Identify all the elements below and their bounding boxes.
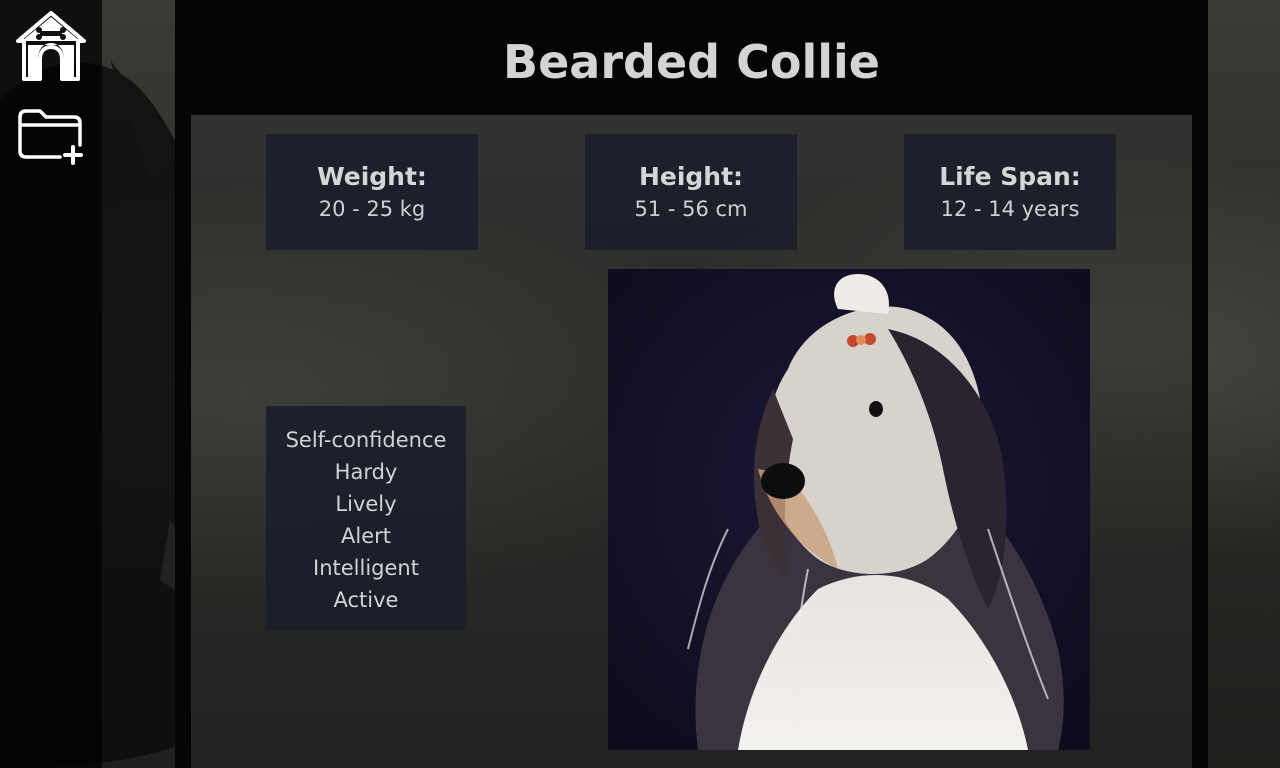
temperament-item: Lively <box>335 492 397 516</box>
weight-label: Weight: <box>317 162 427 191</box>
temperament-item: Alert <box>341 524 391 548</box>
weight-card: Weight: 20 - 25 kg <box>266 134 478 250</box>
breed-photo <box>608 269 1090 750</box>
temperament-item: Intelligent <box>313 556 419 580</box>
life-span-value: 12 - 14 years <box>940 197 1080 221</box>
height-value: 51 - 56 cm <box>634 197 748 221</box>
breed-detail-panel: Bearded Collie Weight: 20 - 25 kg Height… <box>175 0 1208 768</box>
life-span-label: Life Span: <box>939 162 1081 191</box>
add-folder-button[interactable] <box>11 94 91 174</box>
home-button[interactable] <box>11 6 91 86</box>
temperament-item: Hardy <box>334 460 398 484</box>
weight-value: 20 - 25 kg <box>318 197 426 221</box>
temperament-item: Active <box>333 588 399 612</box>
bearded-collie-photo <box>608 269 1090 750</box>
life-span-card: Life Span: 12 - 14 years <box>904 134 1116 250</box>
height-card: Height: 51 - 56 cm <box>585 134 797 250</box>
temperament-card: Self-confidence Hardy Lively Alert Intel… <box>266 406 466 630</box>
dog-house-icon <box>16 11 86 81</box>
sidebar <box>0 0 102 768</box>
app-window: Bearded Collie Weight: 20 - 25 kg Height… <box>0 0 1280 768</box>
breed-content: Weight: 20 - 25 kg Height: 51 - 56 cm Li… <box>191 115 1192 768</box>
temperament-item: Self-confidence <box>285 428 447 452</box>
height-label: Height: <box>638 162 744 191</box>
folder-add-icon <box>18 109 83 165</box>
breed-title: Bearded Collie <box>503 35 880 89</box>
